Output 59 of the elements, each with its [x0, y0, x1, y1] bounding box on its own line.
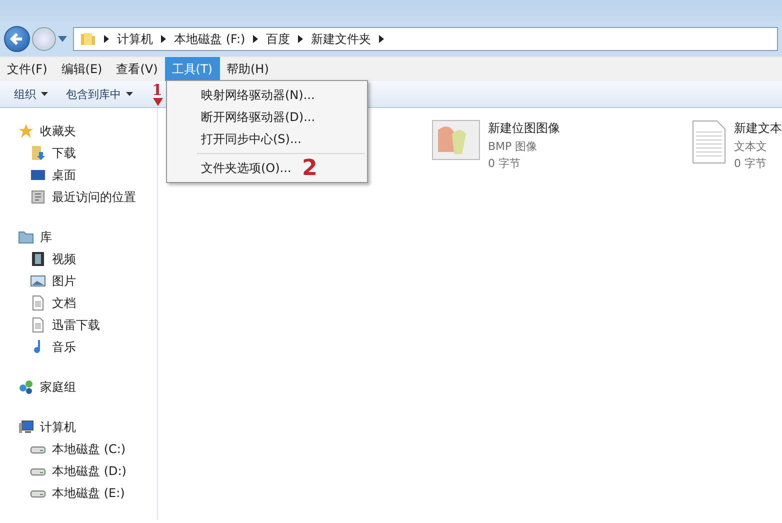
- file-type: 文本文: [734, 139, 768, 154]
- annotation-number: 2: [302, 158, 318, 180]
- sidebar-item[interactable]: 本地磁盘 (C:): [0, 438, 157, 460]
- file-size: 0 字节: [488, 156, 522, 171]
- sidebar-item[interactable]: 视频: [0, 248, 157, 270]
- video-icon: [30, 251, 46, 267]
- breadcrumb-item[interactable]: 百度: [266, 30, 290, 48]
- music-icon: [34, 339, 42, 355]
- sidebar-item[interactable]: 最近访问的位置: [0, 186, 157, 208]
- menu-item[interactable]: 文件夹选项(O)...: [201, 157, 292, 179]
- sidebar-item[interactable]: 桌面: [0, 164, 157, 186]
- document-icon: [30, 317, 46, 333]
- breadcrumb-item[interactable]: 计算机: [117, 30, 153, 48]
- text-file-icon: [692, 120, 726, 164]
- caret-icon: [126, 92, 133, 96]
- toolbar-button[interactable]: 包含到库中: [62, 84, 137, 104]
- chevron-icon[interactable]: [104, 35, 109, 43]
- arrow-icon: [153, 98, 163, 106]
- chevron-icon[interactable]: [253, 35, 258, 43]
- sidebar-item[interactable]: 音乐: [0, 336, 157, 358]
- back-button[interactable]: [4, 26, 30, 52]
- sidebar-item[interactable]: 下载: [0, 142, 157, 164]
- address-bar[interactable]: 计算机 本地磁盘 (F:) 百度 新建文件夹: [73, 27, 778, 51]
- breadcrumb-item[interactable]: 新建文件夹: [311, 30, 372, 48]
- chevron-icon[interactable]: [298, 35, 304, 43]
- sidebar-item[interactable]: 文档: [0, 292, 157, 314]
- file-name[interactable]: 新建文本: [734, 120, 782, 137]
- file-size: 0 字节: [734, 156, 768, 171]
- sidebar-item[interactable]: 库: [0, 226, 157, 248]
- menu-item[interactable]: 查看(V): [109, 57, 165, 81]
- menu-item[interactable]: 断开网络驱动器(D)...: [201, 106, 316, 128]
- download-icon: [30, 145, 46, 161]
- sidebar-item[interactable]: 迅雷下载: [0, 314, 157, 336]
- toolbar-button[interactable]: 组织: [10, 84, 52, 104]
- annotation-number: 1: [152, 83, 162, 98]
- menu-item[interactable]: 打开同步中心(S)...: [201, 128, 302, 150]
- menu-item[interactable]: 文件(F): [0, 57, 54, 81]
- sidebar-item[interactable]: 收藏夹: [0, 120, 157, 142]
- star-icon: [18, 123, 34, 139]
- menu-item[interactable]: 帮助(H): [220, 57, 276, 81]
- computer-icon: [18, 419, 34, 435]
- image-thumbnail-icon: [432, 120, 480, 160]
- file-name[interactable]: 新建位图图像: [488, 120, 560, 137]
- sidebar-item[interactable]: 家庭组: [0, 376, 157, 398]
- caret-icon: [41, 92, 48, 96]
- chevron-icon[interactable]: [379, 35, 384, 43]
- file-type: BMP 图像: [488, 139, 538, 154]
- sidebar-item[interactable]: 计算机: [0, 416, 157, 438]
- sidebar-item[interactable]: 本地磁盘 (E:): [0, 482, 157, 504]
- menu-item[interactable]: 映射网络驱动器(N)...: [201, 84, 315, 106]
- breadcrumb-item[interactable]: 本地磁盘 (F:): [174, 30, 246, 48]
- sidebar-item[interactable]: 图片: [0, 270, 157, 292]
- caret-icon[interactable]: [58, 36, 67, 42]
- sidebar-item[interactable]: 本地磁盘 (D:): [0, 460, 157, 482]
- folder-icon: [80, 31, 96, 47]
- document-icon: [30, 295, 46, 311]
- menu-item[interactable]: 编辑(E): [54, 57, 110, 81]
- picture-icon: [30, 273, 46, 289]
- chevron-icon[interactable]: [161, 35, 166, 43]
